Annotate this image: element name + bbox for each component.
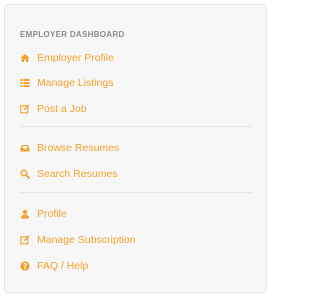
nav-item-faq-help[interactable]: ? FAQ / Help bbox=[20, 258, 88, 274]
inbox-icon bbox=[20, 143, 30, 153]
nav-item-employer-profile[interactable]: Employer Profile bbox=[20, 50, 114, 66]
nav-item-manage-subscription[interactable]: Manage Subscription bbox=[20, 232, 136, 248]
divider bbox=[20, 126, 252, 127]
search-icon bbox=[20, 169, 30, 179]
nav-item-label: FAQ / Help bbox=[37, 260, 89, 272]
user-icon bbox=[20, 209, 30, 219]
nav-item-profile[interactable]: Profile bbox=[20, 206, 67, 222]
home-icon bbox=[20, 53, 30, 63]
nav-item-manage-listings[interactable]: Manage Listings bbox=[20, 75, 113, 91]
svg-text:?: ? bbox=[23, 262, 27, 271]
nav-item-label: Profile bbox=[37, 208, 67, 220]
question-circle-icon: ? bbox=[20, 261, 30, 271]
list-icon bbox=[20, 78, 30, 88]
nav-item-label: Post a Job bbox=[37, 103, 87, 115]
nav-item-label: Manage Subscription bbox=[37, 234, 136, 246]
nav-item-label: Browse Resumes bbox=[37, 142, 120, 154]
nav-item-label: Manage Listings bbox=[37, 77, 114, 89]
nav-item-label: Employer Profile bbox=[37, 52, 115, 64]
edit-icon bbox=[20, 235, 30, 245]
nav-item-post-a-job[interactable]: Post a Job bbox=[20, 101, 87, 117]
nav-item-label: Search Resumes bbox=[37, 168, 118, 180]
nav-item-search-resumes[interactable]: Search Resumes bbox=[20, 166, 118, 182]
panel-title: EMPLOYER DASHBOARD bbox=[20, 30, 125, 39]
employer-dashboard-panel: EMPLOYER DASHBOARD Employer Profile Mana… bbox=[4, 4, 267, 293]
divider bbox=[20, 192, 252, 193]
nav-item-browse-resumes[interactable]: Browse Resumes bbox=[20, 140, 119, 156]
edit-icon bbox=[20, 104, 30, 114]
